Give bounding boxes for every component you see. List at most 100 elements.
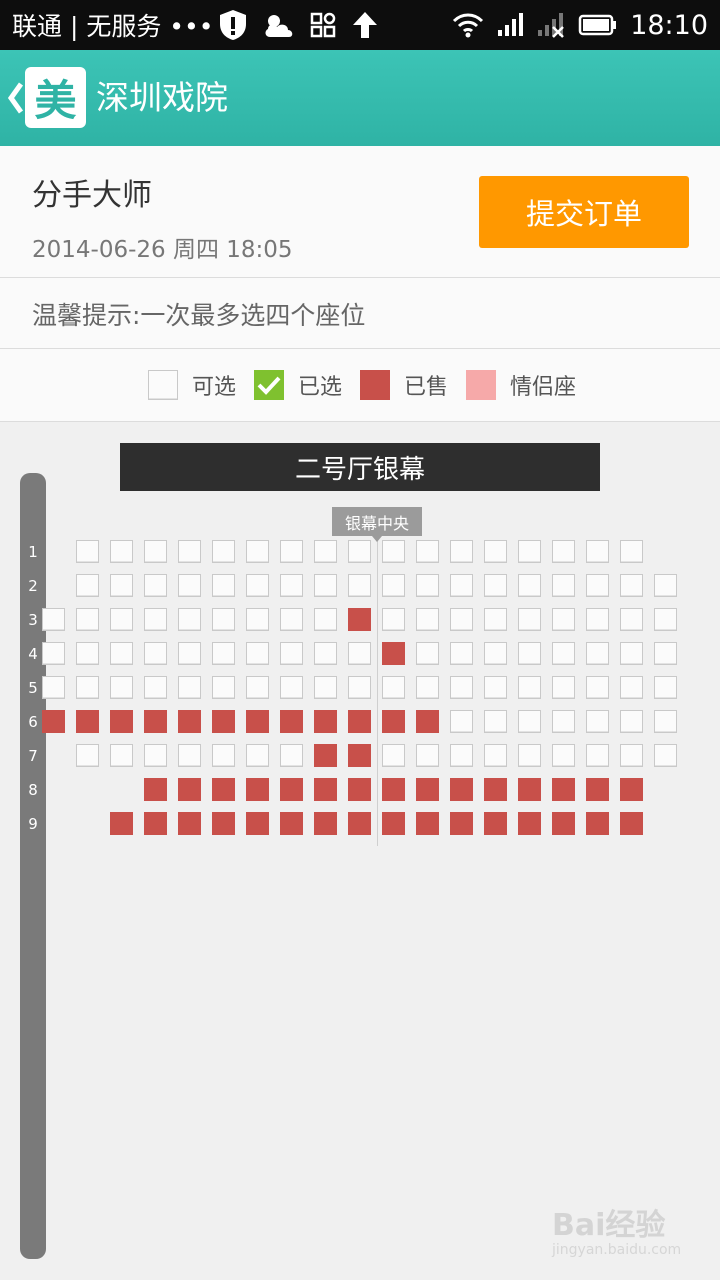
seat-available[interactable] bbox=[450, 642, 473, 665]
seat-available[interactable] bbox=[484, 540, 507, 563]
seat-available[interactable] bbox=[586, 676, 609, 699]
seat-available[interactable] bbox=[484, 676, 507, 699]
seat-available[interactable] bbox=[76, 540, 99, 563]
seat-available[interactable] bbox=[314, 574, 337, 597]
seat-available[interactable] bbox=[280, 574, 303, 597]
back-chevron-icon[interactable] bbox=[6, 78, 26, 118]
seat-available[interactable] bbox=[280, 642, 303, 665]
seat-available[interactable] bbox=[586, 608, 609, 631]
seat-available[interactable] bbox=[484, 574, 507, 597]
seat-available[interactable] bbox=[518, 608, 541, 631]
seat-available[interactable] bbox=[110, 744, 133, 767]
seat-available[interactable] bbox=[654, 642, 677, 665]
seat-available[interactable] bbox=[518, 676, 541, 699]
seat-available[interactable] bbox=[450, 574, 473, 597]
seat-available[interactable] bbox=[518, 540, 541, 563]
seat-available[interactable] bbox=[586, 574, 609, 597]
seat-available[interactable] bbox=[144, 642, 167, 665]
seat-available[interactable] bbox=[246, 608, 269, 631]
seat-available[interactable] bbox=[178, 574, 201, 597]
seat-available[interactable] bbox=[552, 744, 575, 767]
seat-available[interactable] bbox=[110, 642, 133, 665]
seat-available[interactable] bbox=[280, 540, 303, 563]
seat-available[interactable] bbox=[450, 710, 473, 733]
seat-available[interactable] bbox=[246, 642, 269, 665]
seat-available[interactable] bbox=[76, 608, 99, 631]
seat-available[interactable] bbox=[314, 642, 337, 665]
seat-available[interactable] bbox=[654, 710, 677, 733]
seat-available[interactable] bbox=[212, 608, 235, 631]
seat-available[interactable] bbox=[246, 540, 269, 563]
seat-available[interactable] bbox=[620, 642, 643, 665]
seat-available[interactable] bbox=[144, 744, 167, 767]
seat-available[interactable] bbox=[178, 744, 201, 767]
seat-available[interactable] bbox=[484, 642, 507, 665]
seat-available[interactable] bbox=[382, 676, 405, 699]
seat-available[interactable] bbox=[620, 540, 643, 563]
seat-available[interactable] bbox=[416, 574, 439, 597]
seat-available[interactable] bbox=[42, 608, 65, 631]
seat-available[interactable] bbox=[416, 540, 439, 563]
seat-available[interactable] bbox=[348, 642, 371, 665]
seat-available[interactable] bbox=[246, 574, 269, 597]
seat-available[interactable] bbox=[450, 744, 473, 767]
seat-available[interactable] bbox=[144, 574, 167, 597]
seat-available[interactable] bbox=[552, 540, 575, 563]
seat-available[interactable] bbox=[76, 676, 99, 699]
seat-available[interactable] bbox=[348, 574, 371, 597]
seat-available[interactable] bbox=[552, 608, 575, 631]
seat-available[interactable] bbox=[76, 744, 99, 767]
seat-available[interactable] bbox=[654, 676, 677, 699]
seat-available[interactable] bbox=[212, 744, 235, 767]
seat-available[interactable] bbox=[144, 676, 167, 699]
seat-available[interactable] bbox=[450, 540, 473, 563]
seat-available[interactable] bbox=[654, 744, 677, 767]
seat-available[interactable] bbox=[586, 744, 609, 767]
seat-available[interactable] bbox=[382, 574, 405, 597]
seat-available[interactable] bbox=[212, 574, 235, 597]
app-logo[interactable]: 美 bbox=[25, 67, 86, 128]
seat-available[interactable] bbox=[144, 608, 167, 631]
seat-available[interactable] bbox=[416, 608, 439, 631]
seat-available[interactable] bbox=[416, 642, 439, 665]
seat-available[interactable] bbox=[450, 676, 473, 699]
seat-available[interactable] bbox=[382, 608, 405, 631]
seat-available[interactable] bbox=[450, 608, 473, 631]
seat-available[interactable] bbox=[280, 744, 303, 767]
seat-available[interactable] bbox=[110, 574, 133, 597]
seat-available[interactable] bbox=[484, 608, 507, 631]
seat-available[interactable] bbox=[42, 642, 65, 665]
seat-available[interactable] bbox=[552, 710, 575, 733]
seat-available[interactable] bbox=[314, 608, 337, 631]
seat-available[interactable] bbox=[178, 642, 201, 665]
seat-available[interactable] bbox=[110, 676, 133, 699]
seat-available[interactable] bbox=[620, 744, 643, 767]
seat-available[interactable] bbox=[552, 642, 575, 665]
seat-available[interactable] bbox=[518, 574, 541, 597]
seat-available[interactable] bbox=[76, 574, 99, 597]
seat-available[interactable] bbox=[552, 676, 575, 699]
seat-available[interactable] bbox=[518, 744, 541, 767]
seat-available[interactable] bbox=[654, 608, 677, 631]
seat-available[interactable] bbox=[518, 642, 541, 665]
seat-available[interactable] bbox=[348, 540, 371, 563]
seat-available[interactable] bbox=[620, 574, 643, 597]
seat-available[interactable] bbox=[586, 710, 609, 733]
seat-available[interactable] bbox=[552, 574, 575, 597]
seat-available[interactable] bbox=[246, 676, 269, 699]
seat-available[interactable] bbox=[280, 676, 303, 699]
submit-order-button[interactable]: 提交订单 bbox=[479, 176, 689, 248]
seat-available[interactable] bbox=[416, 744, 439, 767]
seat-available[interactable] bbox=[212, 642, 235, 665]
seat-available[interactable] bbox=[586, 540, 609, 563]
seat-available[interactable] bbox=[348, 676, 371, 699]
seat-available[interactable] bbox=[620, 710, 643, 733]
seat-available[interactable] bbox=[620, 676, 643, 699]
seat-available[interactable] bbox=[484, 744, 507, 767]
seat-available[interactable] bbox=[110, 540, 133, 563]
seat-available[interactable] bbox=[416, 676, 439, 699]
seat-available[interactable] bbox=[484, 710, 507, 733]
seat-available[interactable] bbox=[314, 676, 337, 699]
seat-available[interactable] bbox=[144, 540, 167, 563]
seat-available[interactable] bbox=[586, 642, 609, 665]
